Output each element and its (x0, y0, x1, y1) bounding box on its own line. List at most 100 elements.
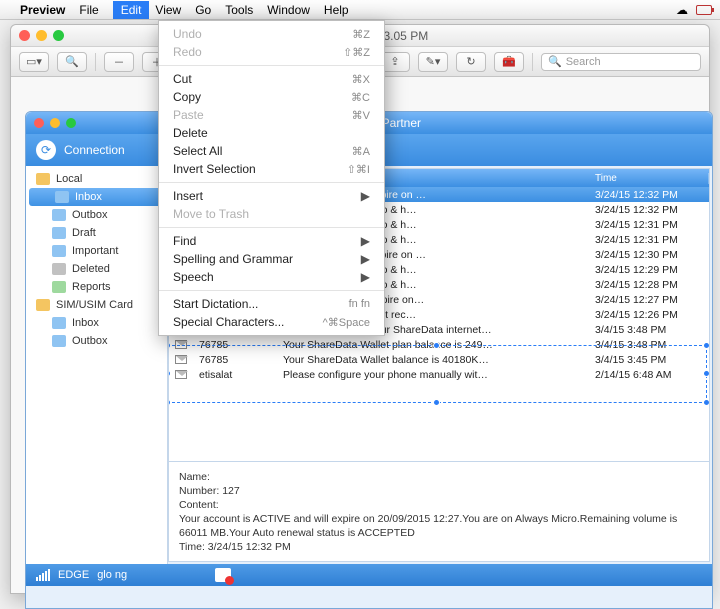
message-time: 3/24/15 12:28 PM (589, 279, 709, 291)
rotate-button[interactable]: ↻ (456, 52, 486, 72)
message-time: 2/14/15 6:48 AM (589, 369, 709, 381)
menu-item-invert-selection[interactable]: Invert Selection⇧⌘I (159, 160, 384, 178)
sidebar-toggle-button[interactable]: ▭▾ (19, 52, 49, 72)
highlight-button[interactable]: ✎▾ (418, 52, 448, 72)
sidebar-item-important[interactable]: Important (26, 242, 167, 260)
menu-window[interactable]: Window (267, 3, 310, 17)
col-time[interactable]: Time (589, 173, 709, 184)
message-time: 3/24/15 12:31 PM (589, 219, 709, 231)
message-time: 3/24/15 12:27 PM (589, 294, 709, 306)
mac-menubar: Preview File Edit View Go Tools Window H… (0, 0, 720, 20)
inbox-icon (52, 317, 66, 329)
network-type: EDGE (58, 569, 89, 581)
message-time: 3/24/15 12:26 PM (589, 309, 709, 321)
message-number: 76785 (193, 339, 277, 351)
outbox-icon (52, 335, 66, 347)
window-controls (19, 30, 64, 41)
mp-window-controls (34, 118, 76, 128)
envelope-icon (175, 355, 187, 364)
sidebar-item-sim-outbox[interactable]: Outbox (26, 332, 167, 350)
sidebar-root-sim[interactable]: SIM/USIM Card (26, 296, 167, 314)
envelope-icon (175, 370, 187, 379)
menu-item-cut[interactable]: Cut⌘X (159, 70, 384, 88)
menu-item-find[interactable]: Find▶ (159, 232, 384, 250)
search-icon: 🔍 (548, 55, 562, 68)
cloud-icon[interactable]: ☁︎ (676, 3, 688, 17)
sidebar-item-reports[interactable]: Reports (26, 278, 167, 296)
draft-icon (52, 227, 66, 239)
sms-error-icon[interactable] (215, 568, 231, 582)
status-bar: EDGE glo ng (26, 564, 712, 586)
envelope-icon (175, 340, 187, 349)
connection-icon[interactable]: ⟳ (36, 140, 56, 160)
zoom-fit-button[interactable]: 🔍 (57, 52, 87, 72)
sidebar-root-local[interactable]: Local (26, 170, 167, 188)
message-number: 76785 (193, 354, 277, 366)
markup-button[interactable]: 🧰 (494, 52, 524, 72)
sidebar-item-outbox[interactable]: Outbox (26, 206, 167, 224)
sidebar: Local Inbox Outbox Draft Important Delet… (26, 166, 168, 564)
edit-dropdown: Undo⌘ZRedo⇧⌘ZCut⌘XCopy⌘CPaste⌘VDeleteSel… (158, 20, 385, 336)
separator (95, 53, 96, 71)
menu-tools[interactable]: Tools (225, 3, 253, 17)
search-input[interactable]: 🔍 Search (541, 53, 701, 71)
message-number: etisalat (193, 369, 277, 381)
menu-item-delete[interactable]: Delete (159, 124, 384, 142)
signal-icon (36, 569, 50, 581)
operator: glo ng (97, 569, 127, 581)
message-preview: Please configure your phone manually wit… (277, 369, 589, 381)
sidebar-item-draft[interactable]: Draft (26, 224, 167, 242)
message-row[interactable]: 76785Your ShareData Wallet plan balance … (169, 337, 709, 352)
detail-pane: Name: Number: 127 Content: Your account … (169, 461, 709, 561)
mp-minimize-button[interactable] (50, 118, 60, 128)
zoom-out-button[interactable]: － (104, 52, 134, 72)
detail-time-label: Time: (179, 541, 205, 553)
message-row[interactable]: 76785Your ShareData Wallet balance is 40… (169, 352, 709, 367)
mp-close-button[interactable] (34, 118, 44, 128)
minimize-button[interactable] (36, 30, 47, 41)
inbox-icon (55, 191, 69, 203)
menu-item-special-characters-[interactable]: Special Characters...^⌘Space (159, 313, 384, 331)
menu-item-undo: Undo⌘Z (159, 25, 384, 43)
menu-item-spelling-and-grammar[interactable]: Spelling and Grammar▶ (159, 250, 384, 268)
message-time: 3/24/15 12:29 PM (589, 264, 709, 276)
menu-item-move-to-trash: Move to Trash (159, 205, 384, 223)
sidebar-item-deleted[interactable]: Deleted (26, 260, 167, 278)
connection-label[interactable]: Connection (64, 143, 125, 157)
detail-content-label: Content: (179, 499, 219, 511)
battery-icon[interactable] (696, 5, 712, 15)
detail-time: 3/24/15 12:32 PM (208, 541, 291, 553)
message-row[interactable]: etisalatPlease configure your phone manu… (169, 367, 709, 382)
folder-icon (36, 173, 50, 185)
detail-number-label: Number: (179, 485, 219, 497)
message-time: 3/4/15 3:48 PM (589, 324, 709, 336)
message-preview: Your ShareData Wallet balance is 40180K… (277, 354, 589, 366)
zoom-button[interactable] (53, 30, 64, 41)
sidebar-item-inbox[interactable]: Inbox (29, 188, 164, 206)
message-time: 3/24/15 12:30 PM (589, 249, 709, 261)
detail-content: Your account is ACTIVE and will expire o… (179, 512, 699, 540)
message-time: 3/4/15 3:48 PM (589, 339, 709, 351)
mp-zoom-button[interactable] (66, 118, 76, 128)
menu-edit[interactable]: Edit (113, 1, 150, 19)
menu-file[interactable]: File (79, 3, 98, 17)
folder-icon (36, 299, 50, 311)
message-time: 3/24/15 12:31 PM (589, 234, 709, 246)
menu-item-speech[interactable]: Speech▶ (159, 268, 384, 286)
menu-item-select-all[interactable]: Select All⌘A (159, 142, 384, 160)
detail-name-label: Name: (179, 471, 210, 483)
app-name[interactable]: Preview (20, 3, 65, 17)
detail-number: 127 (222, 485, 240, 497)
menu-item-copy[interactable]: Copy⌘C (159, 88, 384, 106)
menu-item-redo: Redo⇧⌘Z (159, 43, 384, 61)
close-button[interactable] (19, 30, 30, 41)
message-time: 3/24/15 12:32 PM (589, 204, 709, 216)
separator (532, 53, 533, 71)
sidebar-item-sim-inbox[interactable]: Inbox (26, 314, 167, 332)
menu-item-start-dictation-[interactable]: Start Dictation...fn fn (159, 295, 384, 313)
menu-item-insert[interactable]: Insert▶ (159, 187, 384, 205)
message-time: 3/4/15 3:45 PM (589, 354, 709, 366)
menu-help[interactable]: Help (324, 3, 349, 17)
menu-view[interactable]: View (155, 3, 181, 17)
menu-go[interactable]: Go (195, 3, 211, 17)
